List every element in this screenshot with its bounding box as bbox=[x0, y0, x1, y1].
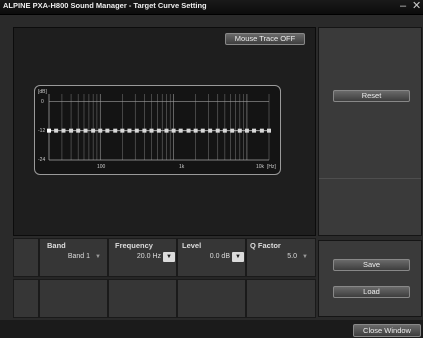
x-tick-label: 1k bbox=[179, 164, 185, 170]
curve-band-point[interactable] bbox=[76, 128, 81, 133]
chevron-down-icon[interactable]: ▼ bbox=[232, 252, 244, 262]
x-unit-label: [Hz] bbox=[267, 164, 276, 170]
plot-points bbox=[47, 128, 271, 133]
band-parameters-panel: Band Band 1 ▼ Frequency 20.0 Hz ▼ Level … bbox=[13, 238, 316, 318]
band-row-cell bbox=[13, 238, 39, 277]
frequency-cell: Frequency 20.0 Hz ▼ bbox=[108, 238, 177, 277]
load-button[interactable]: Load bbox=[333, 286, 410, 298]
curve-band-point[interactable] bbox=[252, 128, 257, 133]
y-tick-label: -24 bbox=[38, 157, 46, 163]
chevron-down-icon[interactable]: ▼ bbox=[92, 252, 104, 262]
band-select[interactable]: Band 1 ▼ bbox=[50, 252, 104, 262]
curve-band-point[interactable] bbox=[178, 128, 183, 133]
y-tick-label: 0 bbox=[41, 99, 44, 105]
q-factor-header: Q Factor bbox=[250, 241, 281, 250]
curve-band-point[interactable] bbox=[237, 128, 242, 133]
window-title: ALPINE PXA-H800 Sound Manager - Target C… bbox=[3, 1, 207, 10]
status-bar: Close Window bbox=[0, 320, 423, 338]
save-button[interactable]: Save bbox=[333, 259, 410, 271]
curve-band-point[interactable] bbox=[54, 128, 59, 133]
q-factor-select[interactable]: 5.0 ▼ bbox=[253, 252, 311, 262]
curve-band-point[interactable] bbox=[142, 128, 147, 133]
close-icon[interactable]: ✕ bbox=[412, 0, 421, 13]
file-panel: Save Load bbox=[318, 240, 422, 317]
plot-grid bbox=[48, 94, 270, 161]
frequency-select[interactable]: 20.0 Hz ▼ bbox=[117, 252, 175, 262]
level-cell: Level 0.0 dB ▼ bbox=[177, 238, 246, 277]
curve-band-point[interactable] bbox=[244, 128, 249, 133]
right-panel: Reset bbox=[318, 27, 422, 236]
empty-cell bbox=[39, 279, 108, 318]
curve-band-point[interactable] bbox=[164, 128, 169, 133]
q-factor-cell: Q Factor 5.0 ▼ bbox=[246, 238, 316, 277]
level-select[interactable]: 0.0 dB ▼ bbox=[184, 252, 244, 262]
curve-band-point[interactable] bbox=[200, 128, 205, 133]
divider bbox=[319, 178, 421, 179]
curve-band-point[interactable] bbox=[91, 128, 96, 133]
x-tick-label: 10k bbox=[256, 164, 265, 170]
curve-band-point[interactable] bbox=[120, 128, 125, 133]
title-bar: ALPINE PXA-H800 Sound Manager - Target C… bbox=[0, 0, 423, 15]
minimize-icon[interactable]: – bbox=[400, 0, 406, 13]
curve-band-point[interactable] bbox=[83, 128, 88, 133]
empty-cell bbox=[177, 279, 246, 318]
curve-band-point[interactable] bbox=[105, 128, 110, 133]
curve-band-point[interactable] bbox=[171, 128, 176, 133]
x-tick-label: 100 bbox=[97, 164, 106, 170]
frequency-value: 20.0 Hz bbox=[136, 253, 161, 260]
curve-band-point[interactable] bbox=[156, 128, 161, 133]
chevron-down-icon[interactable]: ▼ bbox=[299, 252, 311, 262]
curve-band-point[interactable] bbox=[208, 128, 213, 133]
level-value: 0.0 dB bbox=[209, 253, 230, 260]
reset-button[interactable]: Reset bbox=[333, 90, 410, 102]
empty-cell bbox=[108, 279, 177, 318]
frequency-header: Frequency bbox=[115, 241, 153, 250]
curve-band-point[interactable] bbox=[186, 128, 191, 133]
empty-cell bbox=[246, 279, 316, 318]
curve-band-point[interactable] bbox=[259, 128, 264, 133]
curve-band-point[interactable] bbox=[61, 128, 66, 133]
curve-band-point[interactable] bbox=[267, 128, 271, 133]
target-curve-graph[interactable]: [dB] 0 -12 -24 100 1k 10k [Hz] bbox=[34, 85, 281, 175]
y-tick-label: -12 bbox=[38, 128, 46, 134]
chevron-down-icon[interactable]: ▼ bbox=[163, 252, 175, 262]
band-cell: Band Band 1 ▼ bbox=[39, 238, 108, 277]
curve-band-point[interactable] bbox=[193, 128, 198, 133]
curve-band-point[interactable] bbox=[69, 128, 74, 133]
band-value: Band 1 bbox=[67, 253, 90, 260]
curve-band-point[interactable] bbox=[230, 128, 235, 133]
empty-cell bbox=[13, 279, 39, 318]
y-unit-label: [dB] bbox=[38, 89, 47, 95]
level-header: Level bbox=[182, 241, 202, 250]
mouse-trace-button[interactable]: Mouse Trace OFF bbox=[225, 33, 305, 45]
curve-band-point[interactable] bbox=[149, 128, 154, 133]
graph-panel: Mouse Trace OFF [dB] 0 -12 -24 100 1k 10… bbox=[13, 27, 316, 236]
close-window-button[interactable]: Close Window bbox=[353, 324, 421, 337]
curve-band-point[interactable] bbox=[113, 128, 118, 133]
plot-canvas bbox=[47, 94, 271, 161]
curve-band-point[interactable] bbox=[215, 128, 220, 133]
q-factor-value: 5.0 bbox=[287, 253, 297, 260]
curve-band-point[interactable] bbox=[98, 128, 103, 133]
curve-band-point[interactable] bbox=[127, 128, 132, 133]
band-header: Band bbox=[47, 241, 66, 250]
curve-band-point[interactable] bbox=[222, 128, 227, 133]
curve-band-point[interactable] bbox=[47, 128, 51, 133]
curve-band-point[interactable] bbox=[134, 128, 139, 133]
